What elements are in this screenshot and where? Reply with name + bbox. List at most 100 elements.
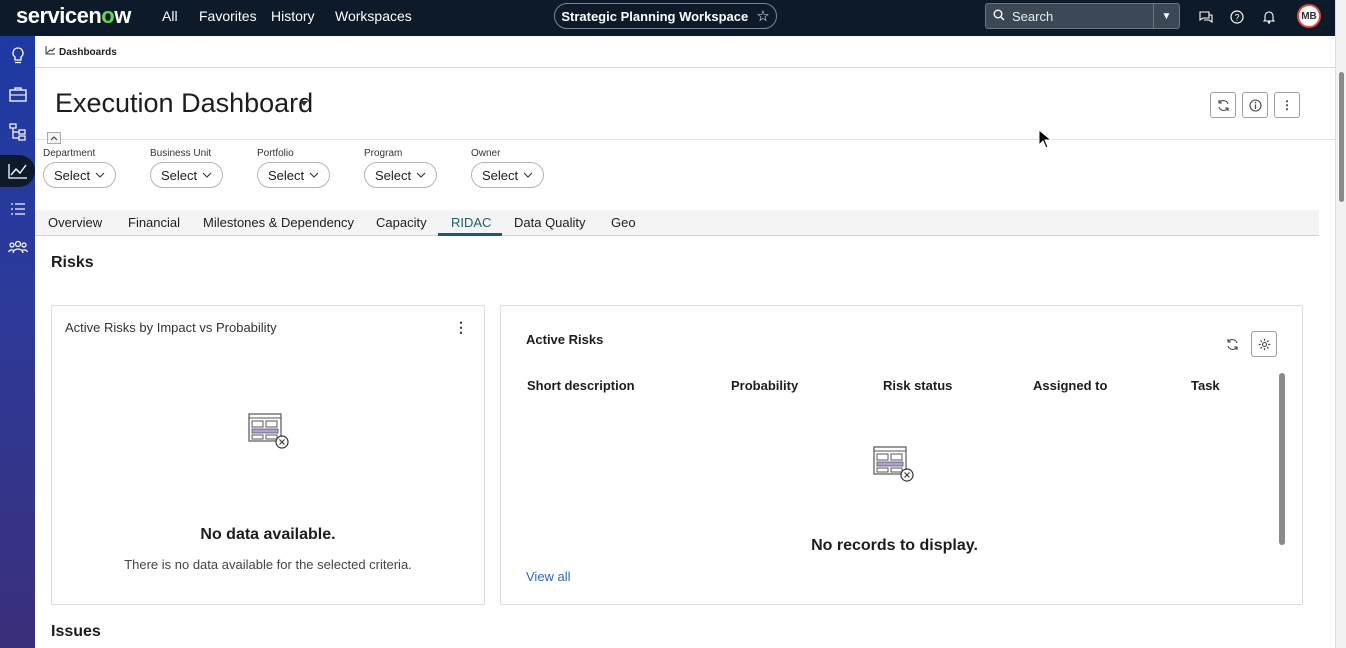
active-tab-indicator [438,233,502,236]
divider [35,139,1335,140]
kebab-icon[interactable]: ⋮ [454,319,468,336]
rail-list-icon[interactable] [0,193,35,225]
nav-history[interactable]: History [271,8,315,24]
filter-select[interactable]: Select [257,162,331,188]
filter-select[interactable]: Select [150,162,224,188]
rail-briefcase-icon[interactable] [0,78,35,110]
chevron-down-icon [416,172,426,178]
nav-workspaces[interactable]: Workspaces [335,8,412,24]
left-rail [0,36,35,648]
list-settings-button[interactable] [1251,331,1277,357]
filter-program: Program Select [364,148,438,188]
search-input[interactable] [1012,8,1142,24]
filter-value: Select [54,167,91,183]
tab-overview[interactable]: Overview [48,215,102,230]
chevron-down-icon [202,172,212,178]
filter-label: Owner [471,148,501,159]
filter-label: Portfolio [257,148,294,159]
tab-financial[interactable]: Financial [128,215,180,230]
page-scroll-thumb[interactable] [1339,72,1344,202]
svg-text:?: ? [1234,13,1239,23]
column-header-probability[interactable]: Probability [731,378,798,393]
filter-business-unit: Business Unit Select [150,148,224,188]
rail-hierarchy-icon[interactable] [0,116,35,148]
column-header-risk-status[interactable]: Risk status [883,378,952,393]
filter-value: Select [482,167,519,183]
page-scrollbar[interactable] [1335,0,1346,648]
filter-value: Select [375,167,412,183]
column-header-assigned-to[interactable]: Assigned to [1033,378,1107,393]
filter-value: Select [268,167,305,183]
nav-all[interactable]: All [162,8,178,24]
divider [35,67,1335,68]
tab-capacity[interactable]: Capacity [376,215,427,230]
filter-label: Business Unit [150,148,212,159]
filter-select[interactable]: Select [471,162,545,188]
global-search: ▼ [985,3,1180,29]
page-title: Execution Dashboard [55,88,314,118]
section-title-risks: Risks [51,254,94,271]
card-title: Active Risks by Impact vs Probability [65,320,277,335]
no-records-message: No records to display. [811,537,978,554]
no-data-message: There is no data available for the selec… [124,557,412,572]
risk-chart-card: Active Risks by Impact vs Probability ⋮ … [51,305,485,605]
tab-ridac[interactable]: RIDAC [451,215,491,230]
help-icon[interactable]: ? [1229,9,1245,25]
chat-icon[interactable] [1198,9,1214,25]
card-title: Active Risks [526,332,604,347]
empty-state-icon [248,413,289,449]
workspace-pill[interactable]: Strategic Planning Workspace ☆ [554,3,777,29]
search-scope-dropdown[interactable]: ▼ [1153,4,1179,28]
filter-department: Department Select [43,148,117,188]
chevron-down-icon [523,172,533,178]
workspace-name: Strategic Planning Workspace [561,8,749,24]
tab-milestones-dependency[interactable]: Milestones & Dependency [203,215,354,230]
column-header-task[interactable]: Task [1191,378,1220,393]
rail-chart-icon[interactable] [0,155,35,187]
filter-value: Select [161,167,198,183]
view-all-link[interactable]: View all [526,569,571,584]
filter-label: Department [43,148,96,159]
star-icon[interactable]: ☆ [756,7,769,25]
breadcrumb[interactable]: Dashboards [45,46,117,58]
filter-portfolio: Portfolio Select [257,148,331,188]
tab-geo[interactable]: Geo [611,215,636,230]
collapse-filters-button[interactable] [47,132,61,144]
rail-team-icon[interactable] [0,231,35,263]
refresh-icon [1217,99,1229,111]
no-data-heading: No data available. [200,526,336,543]
chevron-down-icon[interactable] [300,101,308,106]
kebab-icon: ⋮ [1281,98,1293,112]
chevron-up-icon [50,135,58,140]
info-button[interactable] [1242,92,1268,118]
column-header-short-description[interactable]: Short description [527,378,635,393]
bell-icon[interactable] [1261,9,1277,25]
breadcrumb-label: Dashboards [59,46,117,58]
list-scrollbar[interactable] [1279,373,1285,545]
chevron-down-icon [95,172,105,178]
search-icon [986,9,1012,24]
gear-icon [1258,338,1270,350]
filter-select[interactable]: Select [364,162,438,188]
dashboard-tabs: Overview Financial Milestones & Dependen… [35,210,1319,236]
more-actions-button[interactable]: ⋮ [1274,92,1300,118]
filter-label: Program [364,148,403,159]
chart-small-icon [45,46,56,58]
filter-select[interactable]: Select [43,162,117,188]
rail-lightbulb-icon[interactable] [0,40,35,72]
tab-data-quality[interactable]: Data Quality [514,215,586,230]
empty-state-icon [873,446,914,482]
mouse-cursor-icon [1038,129,1052,149]
chevron-down-icon [309,172,319,178]
refresh-icon [1226,338,1238,350]
nav-favorites[interactable]: Favorites [199,8,257,24]
user-avatar[interactable]: MB [1297,4,1321,28]
top-navbar: servicenow All Favorites History Workspa… [0,0,1335,36]
section-title-issues: Issues [51,623,101,640]
active-risks-card: Active Risks No records to display. [500,305,1303,605]
list-refresh-button[interactable] [1219,331,1245,357]
info-icon [1248,98,1262,112]
refresh-button[interactable] [1210,92,1236,118]
servicenow-logo[interactable]: servicenow [16,3,131,29]
filter-owner: Owner Select [471,148,545,188]
